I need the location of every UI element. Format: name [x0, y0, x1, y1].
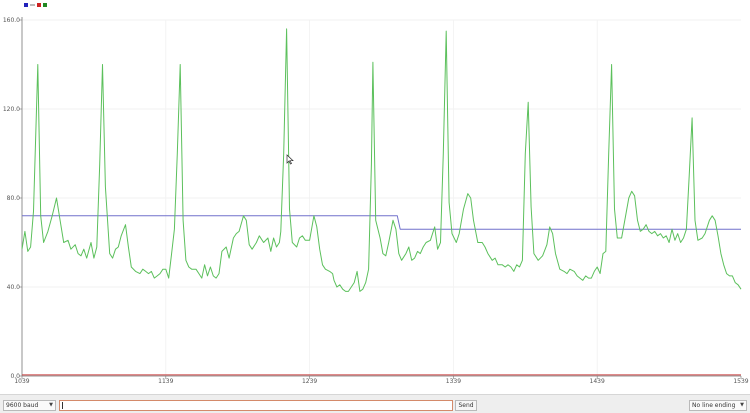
y-tick-label: 160.0: [3, 17, 20, 24]
y-tick-label: 0.0: [10, 373, 20, 380]
baud-rate-select[interactable]: 9600 baud ▼: [3, 400, 56, 411]
legend: [24, 3, 47, 7]
x-tick-label: 1139: [158, 378, 173, 385]
serial-monitor-bottom-bar: 9600 baud ▼ Send No line ending ▼: [0, 394, 750, 413]
legend-swatch-green: [43, 3, 47, 7]
series-line-0: [22, 215, 741, 230]
text-cursor: [62, 402, 63, 409]
chevron-down-icon: ▼: [49, 402, 53, 408]
y-tick-label: 40.0: [7, 284, 21, 291]
series-layer: [21, 28, 742, 376]
line-ending-value: No line ending: [692, 402, 736, 409]
y-axis: 0.0 40.0 80.0 120.0 160.0: [3, 17, 23, 380]
grid: [22, 19, 741, 377]
series-line-2: [21, 28, 742, 292]
y-tick-label: 80.0: [7, 195, 21, 202]
legend-text-mark: [30, 4, 35, 6]
mouse-pointer-icon: [286, 154, 294, 165]
x-axis: 1039 1139 1239 1339 1439 1539: [14, 375, 749, 385]
line-ending-select[interactable]: No line ending ▼: [689, 400, 747, 411]
x-tick-label: 1539: [733, 378, 748, 385]
legend-swatch-blue: [24, 3, 28, 7]
serial-plotter-chart: 1039 1139 1239 1339 1439 1539 0.040.080.0120.…: [3, 3, 749, 385]
send-button[interactable]: Send: [455, 400, 477, 411]
x-tick-label: 1439: [590, 378, 605, 385]
y-tick-label: 120.0: [3, 106, 20, 113]
legend-swatch-red: [37, 3, 41, 7]
x-tick-label: 1239: [302, 378, 317, 385]
serial-send-input[interactable]: [59, 400, 453, 411]
baud-rate-value: 9600 baud: [6, 402, 39, 409]
chevron-down-icon: ▼: [740, 402, 744, 408]
x-tick-label: 1339: [446, 378, 461, 385]
